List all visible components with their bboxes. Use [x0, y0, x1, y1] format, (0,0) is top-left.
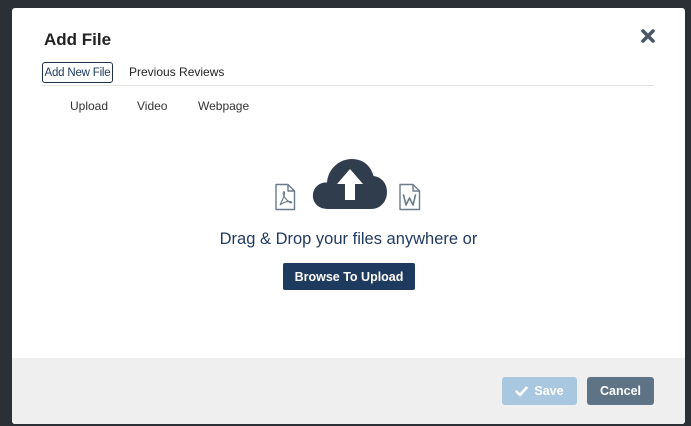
- subtab-upload[interactable]: Upload: [70, 99, 108, 113]
- tab-previous-reviews[interactable]: Previous Reviews: [129, 62, 224, 83]
- word-file-icon: [399, 183, 421, 211]
- dialog-footer: Save Cancel: [12, 358, 685, 424]
- tab-add-new-file[interactable]: Add New File: [42, 62, 113, 83]
- close-button[interactable]: [634, 22, 662, 50]
- drag-drop-text: Drag & Drop your files anywhere or: [219, 230, 478, 248]
- tab-bar: Add New File Previous Reviews: [42, 60, 654, 86]
- subtab-webpage[interactable]: Webpage: [198, 99, 249, 113]
- subtab-video[interactable]: Video: [137, 99, 167, 113]
- browse-to-upload-button[interactable]: Browse To Upload: [283, 263, 415, 290]
- cloud-upload-icon: [312, 159, 387, 209]
- close-icon: [641, 29, 655, 43]
- save-button[interactable]: Save: [502, 377, 577, 405]
- cancel-button[interactable]: Cancel: [587, 377, 654, 405]
- dialog-title: Add File: [44, 30, 112, 49]
- add-file-dialog: Add File Add New File Previous Reviews U…: [12, 8, 685, 424]
- save-label: Save: [534, 384, 564, 398]
- checkmark-icon: [515, 386, 529, 396]
- pdf-file-icon: [275, 183, 296, 211]
